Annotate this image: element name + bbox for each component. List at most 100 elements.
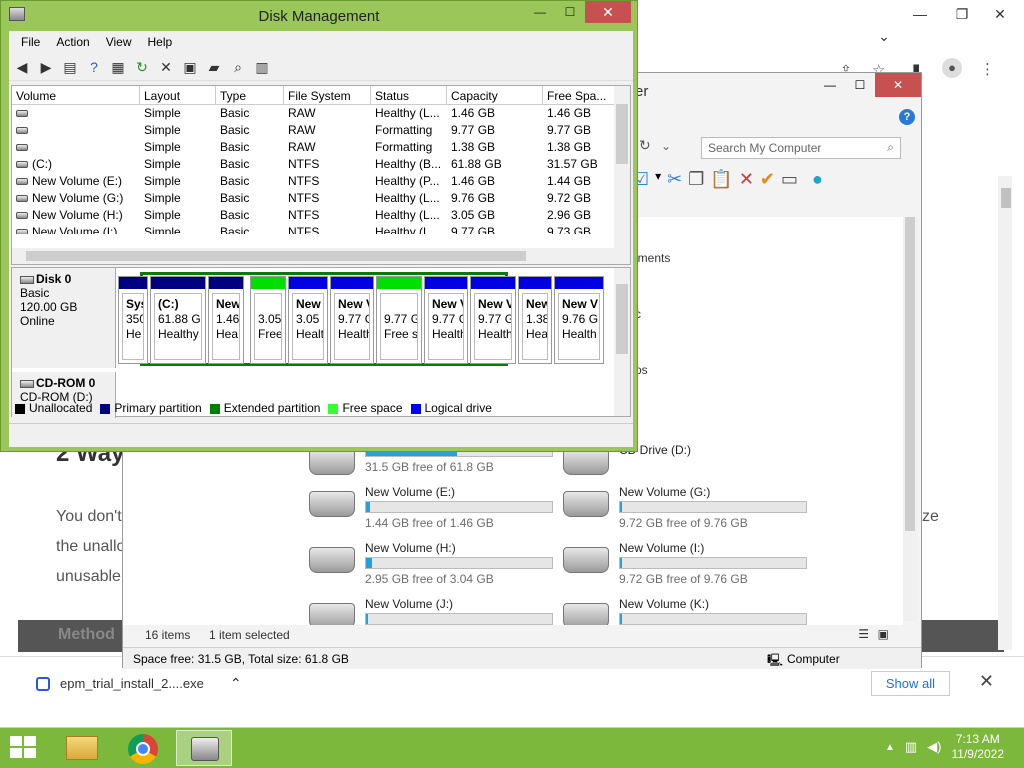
- search-input[interactable]: Search My Computer ⌕: [701, 137, 901, 159]
- table-row[interactable]: (C:) Simple Basic NTFS Healthy (B... 61.88 GB…: [12, 156, 630, 173]
- dm-minimize-button[interactable]: —: [525, 1, 555, 23]
- partition-block[interactable]: Sys350He: [118, 276, 148, 364]
- volume-icon[interactable]: ◀): [927, 739, 941, 755]
- taskbar-chrome[interactable]: [116, 730, 172, 766]
- export-list-icon[interactable]: ▥: [253, 59, 271, 77]
- details-view-icon[interactable]: ☰: [858, 627, 869, 641]
- menu-help[interactable]: Help: [140, 31, 181, 53]
- col-layout[interactable]: Layout: [140, 86, 216, 104]
- partition-block[interactable]: New 3.05 (Healt: [288, 276, 328, 364]
- find-icon[interactable]: ⌕: [229, 59, 247, 77]
- checkmark-icon[interactable]: ✔: [760, 169, 775, 190]
- profile-avatar[interactable]: ●: [942, 58, 962, 78]
- drive-e[interactable]: New Volume (E:) 1.44 GB free of 1.46 GB: [309, 485, 555, 531]
- table-row[interactable]: Simple Basic RAW Formatting 9.77 GB 9.77 GB: [12, 122, 630, 139]
- disk-0-label[interactable]: Disk 0 Basic 120.00 GB Online: [12, 268, 116, 368]
- disk-view-scrollbar[interactable]: [614, 268, 630, 416]
- clock[interactable]: 7:13 AM 11/9/2022: [952, 732, 1005, 762]
- partition-block[interactable]: New V9.76 GEHealth: [554, 276, 604, 364]
- delete-icon[interactable]: ✕: [157, 59, 175, 77]
- partition-block[interactable]: (C:)61.88 GEHealthy: [150, 276, 206, 364]
- volume-list-scrollbar[interactable]: [614, 86, 630, 248]
- partition-block[interactable]: 3.05 Free: [250, 276, 286, 364]
- show-hide-console-icon[interactable]: ▤: [61, 59, 79, 77]
- partition-block[interactable]: New V9.77 GHealth: [330, 276, 374, 364]
- forward-arrow-icon[interactable]: ▶: [37, 59, 55, 77]
- show-hidden-icons-icon[interactable]: ▲: [885, 742, 895, 753]
- back-arrow-icon[interactable]: ◀: [13, 59, 31, 77]
- partition-label: New V: [478, 297, 512, 311]
- drive-k[interactable]: New Volume (K:): [563, 597, 809, 625]
- drive-j[interactable]: New Volume (J:): [309, 597, 555, 625]
- taskbar-disk-management[interactable]: [176, 730, 232, 766]
- browser-scroll-thumb[interactable]: [1001, 188, 1011, 208]
- start-button[interactable]: [10, 736, 38, 760]
- table-row[interactable]: New Volume (G:) Simple Basic NTFS Healthy (L…: [12, 190, 630, 207]
- refresh-icon[interactable]: ↻: [133, 59, 151, 77]
- col-type[interactable]: Type: [216, 86, 284, 104]
- volume-list-hscrollbar[interactable]: [12, 248, 630, 264]
- table-row[interactable]: New Volume (H:) Simple Basic NTFS Healthy (L…: [12, 207, 630, 224]
- menu-view[interactable]: View: [98, 31, 140, 53]
- item-count: 16 items: [145, 628, 191, 642]
- explorer-minimize-button[interactable]: —: [815, 73, 845, 97]
- drive-g[interactable]: New Volume (G:) 9.72 GB free of 9.76 GB: [563, 485, 809, 531]
- paste-icon[interactable]: 📋: [710, 169, 732, 190]
- browser-close-button[interactable]: ✕: [980, 6, 1020, 23]
- toolbar-dropdown-icon[interactable]: ▾: [655, 169, 661, 190]
- explorer-scrollbar[interactable]: [903, 217, 917, 621]
- table-row[interactable]: New Volume (I:) Simple Basic NTFS Healthy (L…: [12, 224, 630, 234]
- drive-i[interactable]: New Volume (I:) 9.72 GB free of 9.76 GB: [563, 541, 809, 587]
- chevron-up-icon[interactable]: ⌃: [230, 675, 242, 692]
- partition-block[interactable]: New V9.77 GHealth: [470, 276, 516, 364]
- menu-file[interactable]: File: [13, 31, 48, 53]
- menu-kebab-icon[interactable]: ⋮: [980, 60, 995, 78]
- tab-search-icon[interactable]: ⌄: [864, 28, 904, 45]
- table-row[interactable]: Simple Basic RAW Healthy (L... 1.46 GB 1.46 G…: [12, 105, 630, 122]
- explorer-close-button[interactable]: ✕: [875, 73, 921, 97]
- partition-block[interactable]: 9.77 GFree sp: [376, 276, 422, 364]
- explorer-maximize-button[interactable]: ☐: [845, 73, 875, 97]
- taskbar-file-explorer[interactable]: [54, 730, 110, 766]
- download-item[interactable]: epm_trial_install_2....exe ⌃: [36, 675, 242, 692]
- col-volume[interactable]: Volume: [12, 86, 140, 104]
- tiles-view-icon[interactable]: ▣: [878, 627, 889, 641]
- drive-h[interactable]: New Volume (H:) 2.95 GB free of 3.04 GB: [309, 541, 555, 587]
- cut-icon[interactable]: ✂: [667, 169, 682, 190]
- volume-list-hscroll-thumb[interactable]: [26, 251, 526, 261]
- help-book-icon[interactable]: ?: [85, 59, 103, 77]
- action-pane-icon[interactable]: ▦: [109, 59, 127, 77]
- address-dropdown-icon[interactable]: ⌄: [661, 139, 671, 153]
- partition-info: New1.38Hea: [522, 293, 548, 360]
- col-capacity[interactable]: Capacity: [447, 86, 543, 104]
- partition-block[interactable]: New V9.77 GHealth: [424, 276, 468, 364]
- col-status[interactable]: Status: [371, 86, 447, 104]
- table-row[interactable]: Simple Basic RAW Formatting 1.38 GB 1.38 GB: [12, 139, 630, 156]
- volume-list-scroll-thumb[interactable]: [616, 104, 628, 164]
- dm-maximize-button[interactable]: ☐: [555, 1, 585, 23]
- refresh-icon[interactable]: ↻: [639, 137, 659, 159]
- partition-block[interactable]: New1.38Hea: [518, 276, 552, 364]
- explorer-scroll-thumb[interactable]: [905, 217, 915, 531]
- col-file-system[interactable]: File System: [284, 86, 371, 104]
- help-icon[interactable]: ?: [899, 109, 915, 125]
- rename-icon[interactable]: ▭: [781, 169, 798, 190]
- partition-block[interactable]: New 1.46 Hea: [208, 276, 244, 364]
- show-all-button[interactable]: Show all: [870, 671, 950, 696]
- copy-icon[interactable]: ❐: [688, 169, 704, 190]
- cell: Basic: [220, 225, 250, 234]
- dm-close-button[interactable]: ✕: [585, 1, 631, 23]
- browser-minimize-button[interactable]: —: [900, 6, 940, 22]
- disk-view-scroll-thumb[interactable]: [616, 284, 628, 354]
- globe-icon[interactable]: ●: [812, 169, 823, 190]
- menu-action[interactable]: Action: [48, 31, 97, 53]
- browser-scrollbar[interactable]: [998, 176, 1012, 650]
- delete-icon[interactable]: ✕: [739, 169, 754, 190]
- browser-maximize-button[interactable]: ❐: [942, 6, 982, 23]
- network-icon[interactable]: ▥: [905, 739, 917, 755]
- properties-icon[interactable]: ▣: [181, 59, 199, 77]
- close-icon[interactable]: ✕: [979, 671, 994, 692]
- table-row[interactable]: New Volume (E:) Simple Basic NTFS Healthy (P…: [12, 173, 630, 190]
- open-folder-icon[interactable]: ▰: [205, 59, 223, 77]
- col-free-space[interactable]: Free Spa...: [543, 86, 615, 104]
